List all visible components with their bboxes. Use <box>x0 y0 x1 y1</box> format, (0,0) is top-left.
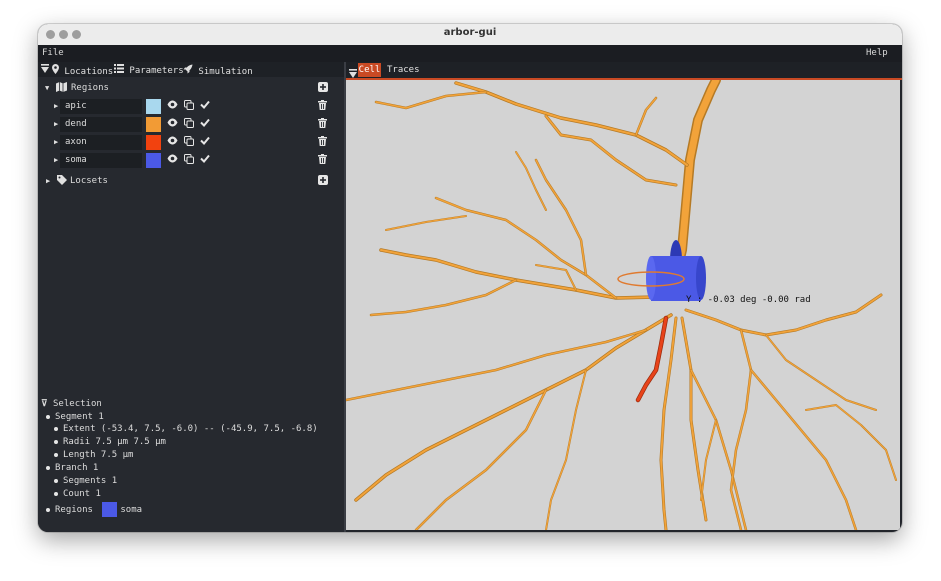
map-icon <box>56 82 67 95</box>
trash-icon[interactable] <box>318 118 327 131</box>
eye-icon[interactable] <box>167 136 178 148</box>
region-row[interactable]: ▶ axon <box>38 134 346 151</box>
rocket-icon <box>183 64 198 77</box>
eye-icon[interactable] <box>167 118 178 130</box>
morphology-render[interactable]: Y : -0.03 deg -0.00 rad <box>344 75 900 532</box>
dendrite-branch <box>700 419 717 501</box>
collapsed-triangle-icon[interactable]: ▶ <box>54 102 58 110</box>
eye-icon[interactable] <box>167 100 178 112</box>
selection-regions-label: Regions <box>55 505 93 515</box>
copy-icon[interactable] <box>184 154 194 167</box>
dendrite-branch <box>454 81 689 167</box>
selection-segment: Segment 1 <box>46 412 104 422</box>
selection-radii-value: Radii 7.5 µm 7.5 µm <box>63 437 166 447</box>
title-bar: arbor-gui <box>38 24 902 46</box>
region-name-label: apic <box>65 101 87 111</box>
dendrite-branch <box>689 368 748 532</box>
selection-branch-label: Branch 1 <box>55 463 99 473</box>
region-color-swatch[interactable] <box>146 153 161 168</box>
dendrite-branch <box>414 388 548 532</box>
copy-icon[interactable] <box>184 118 194 131</box>
selection-radii: Radii 7.5 µm 7.5 µm <box>54 437 166 447</box>
tag-icon <box>57 175 67 188</box>
cell-3d-viewport[interactable]: Y : -0.03 deg -0.00 rad <box>344 75 900 532</box>
menu-help[interactable]: Help <box>866 48 888 58</box>
dendrite-branch <box>544 114 678 187</box>
trash-icon[interactable] <box>318 100 327 113</box>
list-icon <box>114 64 129 76</box>
collapsed-triangle-icon[interactable]: ▶ <box>54 156 58 164</box>
regions-header-label: Regions <box>71 83 109 93</box>
region-name-label: axon <box>65 137 87 147</box>
app-window: arbor-gui File Help Locations Parameters <box>38 24 902 532</box>
collapsed-triangle-icon[interactable]: ▶ <box>54 120 58 128</box>
dendrite-branch <box>344 328 648 402</box>
rotation-readout: Y : -0.03 deg -0.00 rad <box>686 295 811 305</box>
regions-header[interactable]: ▼ Regions <box>38 80 346 97</box>
selection-header[interactable]: ⊽ Selection <box>41 399 102 409</box>
dendrite-branch <box>765 334 877 411</box>
collapsed-triangle-icon[interactable]: ▶ <box>54 138 58 146</box>
tab-traces[interactable]: Traces <box>387 63 420 77</box>
tab-locations-label: Locations <box>64 67 114 77</box>
add-region-icon[interactable] <box>318 82 328 95</box>
locsets-header[interactable]: ▶ Locsets <box>38 173 346 190</box>
selection-count-value: Count 1 <box>63 489 101 499</box>
selection-regions: Regions soma <box>46 502 142 517</box>
selection-region-value: soma <box>120 505 143 515</box>
tab-parameters[interactable]: Parameters <box>114 64 184 76</box>
menu-bar: File Help <box>38 45 902 62</box>
add-locset-icon[interactable] <box>318 175 328 188</box>
dendrite-branch <box>534 158 588 277</box>
copy-icon[interactable] <box>184 100 194 113</box>
check-icon[interactable] <box>200 136 210 148</box>
dendrite-branch <box>369 278 518 317</box>
region-name-label: soma <box>65 155 87 165</box>
region-name-label: dend <box>65 119 87 129</box>
window-title: arbor-gui <box>443 27 497 38</box>
check-icon[interactable] <box>200 100 210 112</box>
selection-segments-value: Segments 1 <box>63 476 118 486</box>
menu-file[interactable]: File <box>42 48 64 58</box>
trash-icon[interactable] <box>318 154 327 167</box>
selection-extent-value: Extent (-53.4, 7.5, -6.0) -- (-45.9, 7.5… <box>63 424 318 434</box>
region-row[interactable]: ▶ dend <box>38 116 346 133</box>
selection-length: Length 7.5 µm <box>54 450 133 460</box>
trash-icon[interactable] <box>318 136 327 149</box>
selection-length-value: Length 7.5 µm <box>63 450 134 460</box>
region-color-swatch[interactable] <box>146 99 161 114</box>
selection-region-swatch <box>102 502 118 517</box>
selection-segments: Segments 1 <box>54 476 117 486</box>
region-row[interactable]: ▶ apic <box>38 98 346 115</box>
tab-cell[interactable]: Cell <box>358 63 381 77</box>
check-icon[interactable] <box>200 118 210 130</box>
tab-simulation-label: Simulation <box>198 67 253 77</box>
view-tab-bar: Cell Traces <box>346 62 902 80</box>
tab-parameters-label: Parameters <box>129 66 184 76</box>
selection-header-label: Selection <box>53 399 102 409</box>
selection-cursor-icon: ⊽ <box>41 399 48 409</box>
check-icon[interactable] <box>200 154 210 166</box>
expanded-triangle-icon: ▼ <box>45 84 50 92</box>
tab-simulation[interactable]: Simulation <box>183 64 253 77</box>
eye-icon[interactable] <box>167 154 178 166</box>
selection-branch: Branch 1 <box>46 463 98 473</box>
selection-segment-label: Segment 1 <box>55 412 104 422</box>
region-row[interactable]: ▶ soma <box>38 152 346 169</box>
copy-icon[interactable] <box>184 136 194 149</box>
region-color-swatch[interactable] <box>146 117 161 132</box>
map-pin-icon <box>52 64 64 77</box>
left-panel: Locations Parameters Simulation ▼ Region <box>38 62 346 532</box>
region-color-swatch[interactable] <box>146 135 161 150</box>
collapsed-triangle-icon: ▶ <box>46 177 51 185</box>
selection-count: Count 1 <box>54 489 101 499</box>
collapse-icon[interactable] <box>41 64 49 76</box>
tab-locations[interactable]: Locations <box>52 64 114 77</box>
selection-extent: Extent (-53.4, 7.5, -6.0) -- (-45.9, 7.5… <box>54 424 318 434</box>
left-tab-bar: Locations Parameters Simulation <box>38 62 346 77</box>
locsets-header-label: Locsets <box>70 176 108 186</box>
dendrite-branch <box>749 368 858 532</box>
